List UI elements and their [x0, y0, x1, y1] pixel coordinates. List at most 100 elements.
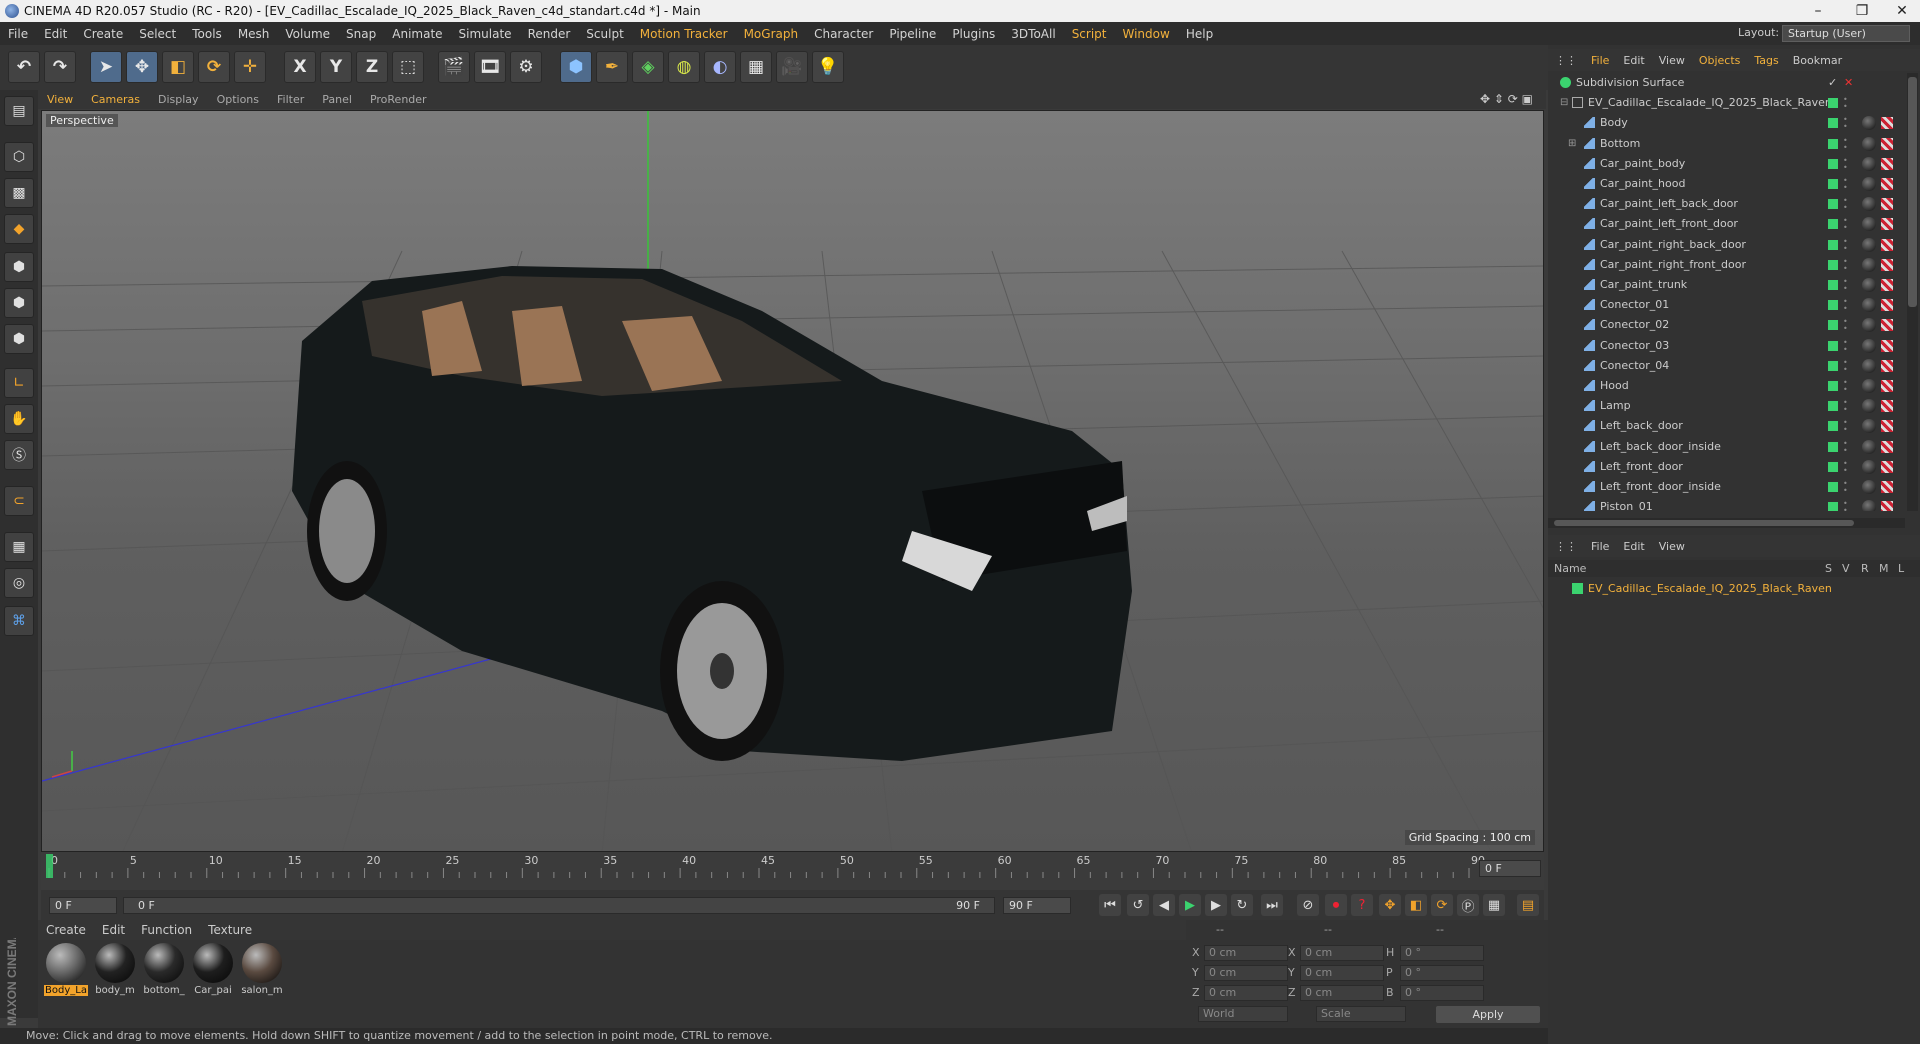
- objects-menu-objects[interactable]: Objects: [1692, 54, 1748, 67]
- object-row[interactable]: Subdivision Surface ✓ ✕: [1548, 73, 1905, 93]
- texture-tag-icon[interactable]: [1881, 157, 1893, 170]
- material-swatch[interactable]: bottom_: [142, 943, 186, 999]
- go-to-start-icon[interactable]: ⏮: [1099, 894, 1121, 916]
- object-layer-color[interactable]: [1828, 340, 1838, 351]
- material-tag-icon[interactable]: [1862, 459, 1876, 474]
- texture-tag-icon[interactable]: [1881, 319, 1893, 332]
- close-button[interactable]: ✕: [1880, 0, 1920, 22]
- python-icon[interactable]: ⌘: [4, 606, 34, 636]
- material-tag-icon[interactable]: [1862, 480, 1876, 494]
- layers-menu-file[interactable]: File: [1584, 540, 1616, 553]
- object-row[interactable]: Car_paint_hood • •: [1548, 174, 1905, 194]
- material-tag-icon[interactable]: [1862, 116, 1876, 131]
- material-menu-function[interactable]: Function: [133, 923, 200, 937]
- object-layer-color[interactable]: [1828, 381, 1838, 391]
- visibility-toggle[interactable]: • •: [1843, 156, 1848, 171]
- menu-pipeline[interactable]: Pipeline: [881, 27, 944, 41]
- timeline-window-icon[interactable]: ▤: [1517, 894, 1539, 916]
- visibility-toggle[interactable]: • •: [1843, 439, 1848, 454]
- menu-help[interactable]: Help: [1178, 27, 1221, 41]
- menu-3dtoall[interactable]: 3DToAll: [1003, 27, 1063, 41]
- texture-tag-icon[interactable]: [1881, 218, 1893, 231]
- visibility-toggle[interactable]: • •: [1843, 318, 1848, 333]
- coord-value-field[interactable]: 0 cm: [1300, 945, 1384, 961]
- material-tag-icon[interactable]: [1862, 358, 1876, 373]
- maximize-button[interactable]: ❐: [1840, 0, 1884, 22]
- texture-tag-icon[interactable]: [1881, 460, 1893, 473]
- menu-mesh[interactable]: Mesh: [230, 27, 278, 41]
- object-layer-color[interactable]: [1828, 502, 1838, 511]
- cube-primitive-icon[interactable]: ⬢: [560, 51, 592, 83]
- menu-simulate[interactable]: Simulate: [451, 27, 520, 41]
- texture-tag-icon[interactable]: [1881, 137, 1893, 150]
- objects-menu-tags[interactable]: Tags: [1747, 54, 1785, 67]
- visibility-toggle[interactable]: • •: [1843, 399, 1848, 414]
- texture-tag-icon[interactable]: [1881, 481, 1893, 493]
- viewport-menu-display[interactable]: Display: [149, 93, 208, 106]
- layer-row[interactable]: EV_Cadillac_Escalade_IQ_2025_Black_Raven: [1548, 579, 1905, 599]
- texture-tag-icon[interactable]: [1881, 299, 1893, 312]
- coord-value-field[interactable]: 0 °: [1400, 945, 1484, 961]
- visibility-toggle[interactable]: • •: [1843, 338, 1848, 353]
- texture-tag-icon[interactable]: [1881, 178, 1893, 190]
- menu-tools[interactable]: Tools: [184, 27, 230, 41]
- material-tag-icon[interactable]: [1862, 399, 1876, 414]
- render-view-icon[interactable]: 🎬: [438, 51, 470, 83]
- material-menu-create[interactable]: Create: [38, 923, 94, 937]
- object-layer-color[interactable]: [1828, 360, 1838, 371]
- minimize-button[interactable]: –: [1796, 0, 1840, 22]
- coord-value-field[interactable]: 0 °: [1400, 965, 1484, 981]
- menu-file[interactable]: File: [0, 27, 36, 41]
- render-settings-icon[interactable]: ⚙: [510, 51, 542, 83]
- coord-value-field[interactable]: 0 cm: [1204, 965, 1288, 981]
- object-row[interactable]: Car_paint_trunk • •: [1548, 275, 1905, 295]
- object-layer-color[interactable]: [1828, 441, 1838, 452]
- material-tag-icon[interactable]: [1862, 338, 1876, 353]
- material-tag-icon[interactable]: [1862, 177, 1876, 191]
- magnet-icon[interactable]: ⊂: [4, 486, 34, 516]
- viewport-menu-options[interactable]: Options: [208, 93, 268, 106]
- visibility-toggle[interactable]: • •: [1843, 136, 1848, 151]
- end-frame-field[interactable]: 90 F: [1003, 897, 1071, 914]
- viewport-menu-filter[interactable]: Filter: [268, 93, 313, 106]
- object-layer-color[interactable]: [1828, 421, 1838, 432]
- material-tag-icon[interactable]: [1862, 217, 1876, 232]
- viewport-menu-panel[interactable]: Panel: [313, 93, 361, 106]
- menu-animate[interactable]: Animate: [384, 27, 450, 41]
- objects-menu-edit[interactable]: Edit: [1616, 54, 1651, 67]
- coord-value-field[interactable]: 0 °: [1400, 985, 1484, 1001]
- record-keyframe-icon[interactable]: ⏺: [1325, 894, 1347, 916]
- object-layer-color[interactable]: [1828, 320, 1838, 331]
- z-axis-button[interactable]: Z: [356, 51, 388, 83]
- collapse-toggle-icon[interactable]: ⊟: [1560, 93, 1568, 113]
- previous-key-icon[interactable]: ↺: [1127, 894, 1149, 916]
- menu-create[interactable]: Create: [75, 27, 131, 41]
- auto-keyframe-icon[interactable]: ?: [1351, 894, 1373, 916]
- key-position-icon[interactable]: ✥: [1379, 894, 1401, 916]
- visibility-toggle[interactable]: • •: [1843, 298, 1848, 313]
- snap-icon[interactable]: Ⓢ: [4, 440, 34, 470]
- material-tag-icon[interactable]: [1862, 237, 1876, 252]
- visibility-toggle[interactable]: • •: [1843, 197, 1848, 212]
- points-mode-icon[interactable]: ⬢: [4, 252, 34, 282]
- menu-select[interactable]: Select: [131, 27, 184, 41]
- viewport-nav-icons[interactable]: ✥ ⇕ ⟳ ▣: [1480, 92, 1533, 106]
- select-arrow-icon[interactable]: ➤: [90, 51, 122, 83]
- key-pla-icon[interactable]: ▦: [1483, 894, 1505, 916]
- object-layer-color[interactable]: [1828, 401, 1838, 412]
- object-layer-color[interactable]: [1828, 179, 1838, 189]
- previous-frame-icon[interactable]: ◀: [1153, 894, 1175, 916]
- workplane-icon[interactable]: ◆: [4, 214, 34, 244]
- coord-value-field[interactable]: 0 cm: [1300, 965, 1384, 981]
- object-row[interactable]: Lamp • •: [1548, 396, 1905, 416]
- texture-tag-icon[interactable]: [1881, 339, 1893, 352]
- next-frame-icon[interactable]: ▶: [1205, 894, 1227, 916]
- menu-plugins[interactable]: Plugins: [944, 27, 1003, 41]
- coord-value-field[interactable]: 0 cm: [1204, 985, 1288, 1001]
- key-rotation-icon[interactable]: ⟳: [1431, 894, 1453, 916]
- object-layer-color[interactable]: [1828, 98, 1838, 109]
- expand-toggle-icon[interactable]: ⊞: [1568, 134, 1576, 154]
- undo-icon[interactable]: ↶: [8, 51, 40, 83]
- texture-tag-icon[interactable]: [1881, 117, 1893, 130]
- object-layer-color[interactable]: [1828, 482, 1838, 492]
